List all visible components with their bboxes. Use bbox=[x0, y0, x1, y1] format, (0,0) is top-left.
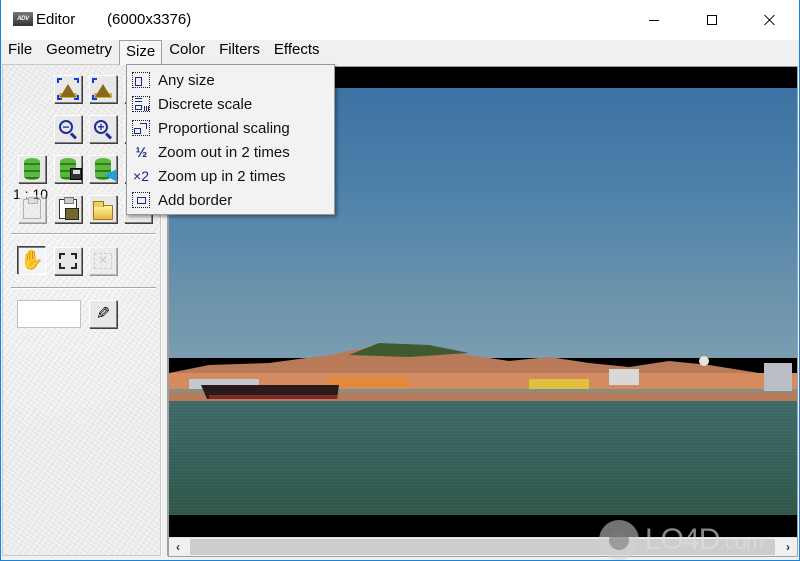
menu-item-discrete-scale[interactable]: Discrete scale bbox=[127, 92, 334, 116]
menu-size[interactable]: Size bbox=[119, 40, 163, 65]
paste-from-clipboard-button[interactable] bbox=[54, 195, 82, 223]
scroll-thumb[interactable] bbox=[190, 539, 775, 555]
menu-item-add-border[interactable]: Add border bbox=[127, 188, 334, 212]
hand-icon: ✋ bbox=[20, 250, 44, 271]
editor-window: ADV Editor (6000x3376) File Geometry Siz… bbox=[0, 0, 800, 561]
database-import-icon: ◀ bbox=[95, 158, 116, 181]
save-to-database-button[interactable] bbox=[54, 155, 82, 183]
menu-effects[interactable]: Effects bbox=[267, 40, 327, 62]
discrete-scale-icon bbox=[130, 95, 152, 113]
menu-file[interactable]: File bbox=[1, 40, 39, 62]
minimize-button[interactable] bbox=[631, 0, 677, 40]
scroll-left-arrow[interactable]: ‹ bbox=[169, 538, 187, 556]
actual-size-button[interactable] bbox=[89, 75, 117, 103]
zoom-in-button[interactable]: + bbox=[89, 115, 117, 143]
menu-item-label: Zoom up in 2 times bbox=[158, 167, 286, 185]
horizontal-scrollbar[interactable]: ‹ › bbox=[169, 537, 797, 556]
import-to-database-button[interactable]: ◀ bbox=[89, 155, 117, 183]
clipboard-paste-icon bbox=[59, 197, 79, 220]
window-title: Editor bbox=[36, 11, 76, 28]
minimize-icon bbox=[649, 19, 659, 21]
database-button[interactable] bbox=[18, 155, 46, 183]
photo-city bbox=[169, 343, 797, 403]
fit-image-button[interactable] bbox=[54, 75, 82, 103]
image-dimensions: (6000x3376) bbox=[107, 11, 192, 28]
selection-rect-icon bbox=[59, 253, 77, 269]
fit-picture-icon bbox=[57, 78, 79, 100]
menu-filters[interactable]: Filters bbox=[212, 40, 267, 62]
menu-item-label: Discrete scale bbox=[158, 95, 253, 113]
half-icon: ½ bbox=[135, 144, 148, 160]
menu-item-label: Add border bbox=[158, 191, 233, 209]
menu-item-zoom-out-2x[interactable]: ½ Zoom out in 2 times bbox=[127, 140, 334, 164]
pencil-button[interactable]: ✎ bbox=[89, 300, 117, 328]
times-two-icon: ×2 bbox=[133, 168, 149, 184]
fit-selection-icon bbox=[94, 253, 112, 269]
pencil-icon: ✎ bbox=[95, 304, 111, 323]
add-border-icon bbox=[130, 191, 152, 209]
menu-color[interactable]: Color bbox=[162, 40, 212, 62]
maximize-button[interactable] bbox=[689, 0, 735, 40]
color-swatch[interactable] bbox=[17, 300, 81, 328]
menu-item-proportional-scaling[interactable]: Proportional scaling bbox=[127, 116, 334, 140]
hand-tool-button[interactable]: ✋ bbox=[18, 247, 46, 275]
open-folder-button[interactable] bbox=[89, 195, 117, 223]
fit-selection-button[interactable] bbox=[89, 247, 117, 275]
app-icon: ADV bbox=[13, 12, 33, 26]
size-menu-dropdown: Any size Discrete scale Proportional sca… bbox=[126, 64, 335, 215]
actual-size-picture-icon bbox=[92, 78, 114, 100]
title-bar: ADV Editor (6000x3376) bbox=[1, 0, 799, 40]
database-save-icon bbox=[60, 158, 82, 180]
menu-item-label: Proportional scaling bbox=[158, 119, 290, 137]
menu-bar: File Geometry Size Color Filters Effects bbox=[1, 40, 799, 65]
close-icon bbox=[764, 14, 776, 26]
divider bbox=[11, 287, 156, 289]
menu-item-label: Any size bbox=[158, 71, 215, 89]
rectangle-select-button[interactable] bbox=[54, 247, 82, 275]
proportional-scaling-icon bbox=[130, 119, 152, 137]
divider bbox=[11, 233, 156, 235]
database-icon bbox=[24, 158, 40, 180]
scroll-right-arrow[interactable]: › bbox=[779, 538, 797, 556]
zoom-out-button[interactable]: − bbox=[54, 115, 82, 143]
menu-geometry[interactable]: Geometry bbox=[39, 40, 119, 62]
menu-item-label: Zoom out in 2 times bbox=[158, 143, 290, 161]
menu-item-any-size[interactable]: Any size bbox=[127, 68, 334, 92]
maximize-icon bbox=[707, 15, 717, 25]
clipboard-icon bbox=[23, 197, 41, 219]
folder-icon bbox=[93, 200, 113, 220]
paste-button[interactable] bbox=[18, 195, 46, 223]
photo-water bbox=[169, 401, 797, 515]
any-size-icon bbox=[130, 71, 152, 89]
menu-item-zoom-up-2x[interactable]: ×2 Zoom up in 2 times bbox=[127, 164, 334, 188]
zoom-in-icon: + bbox=[94, 120, 113, 140]
zoom-out-icon: − bbox=[59, 120, 78, 140]
close-button[interactable] bbox=[747, 0, 793, 40]
